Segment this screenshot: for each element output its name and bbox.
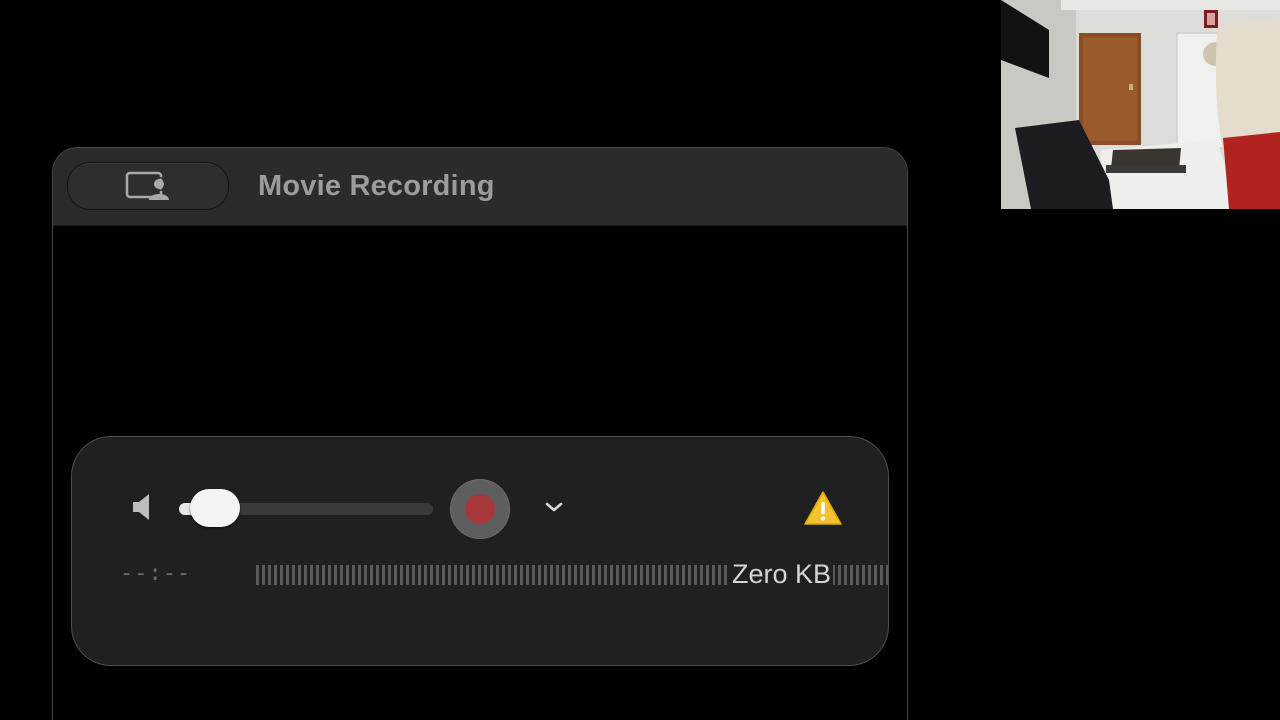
speaker-icon: [133, 494, 149, 520]
screen-presenter-button[interactable]: [67, 162, 229, 210]
window-title: Movie Recording: [258, 170, 495, 202]
record-icon: [465, 494, 495, 524]
recording-time: --:--: [120, 561, 192, 586]
file-size-label: Zero KB: [730, 559, 834, 590]
recording-controls-panel: --:-- Zero KB: [71, 436, 889, 666]
title-bar[interactable]: Movie Recording: [53, 148, 907, 226]
camera-preview[interactable]: [1001, 0, 1280, 209]
chevron-down-icon[interactable]: [543, 499, 565, 515]
screen-with-person-icon: [125, 171, 169, 200]
camera-preview-image: [1001, 0, 1280, 209]
warning-triangle-icon[interactable]: [803, 490, 843, 526]
volume-slider-knob[interactable]: [190, 489, 241, 527]
screen: Movie Recording --:-- Zero KB: [0, 0, 1280, 720]
record-button[interactable]: [450, 479, 510, 539]
